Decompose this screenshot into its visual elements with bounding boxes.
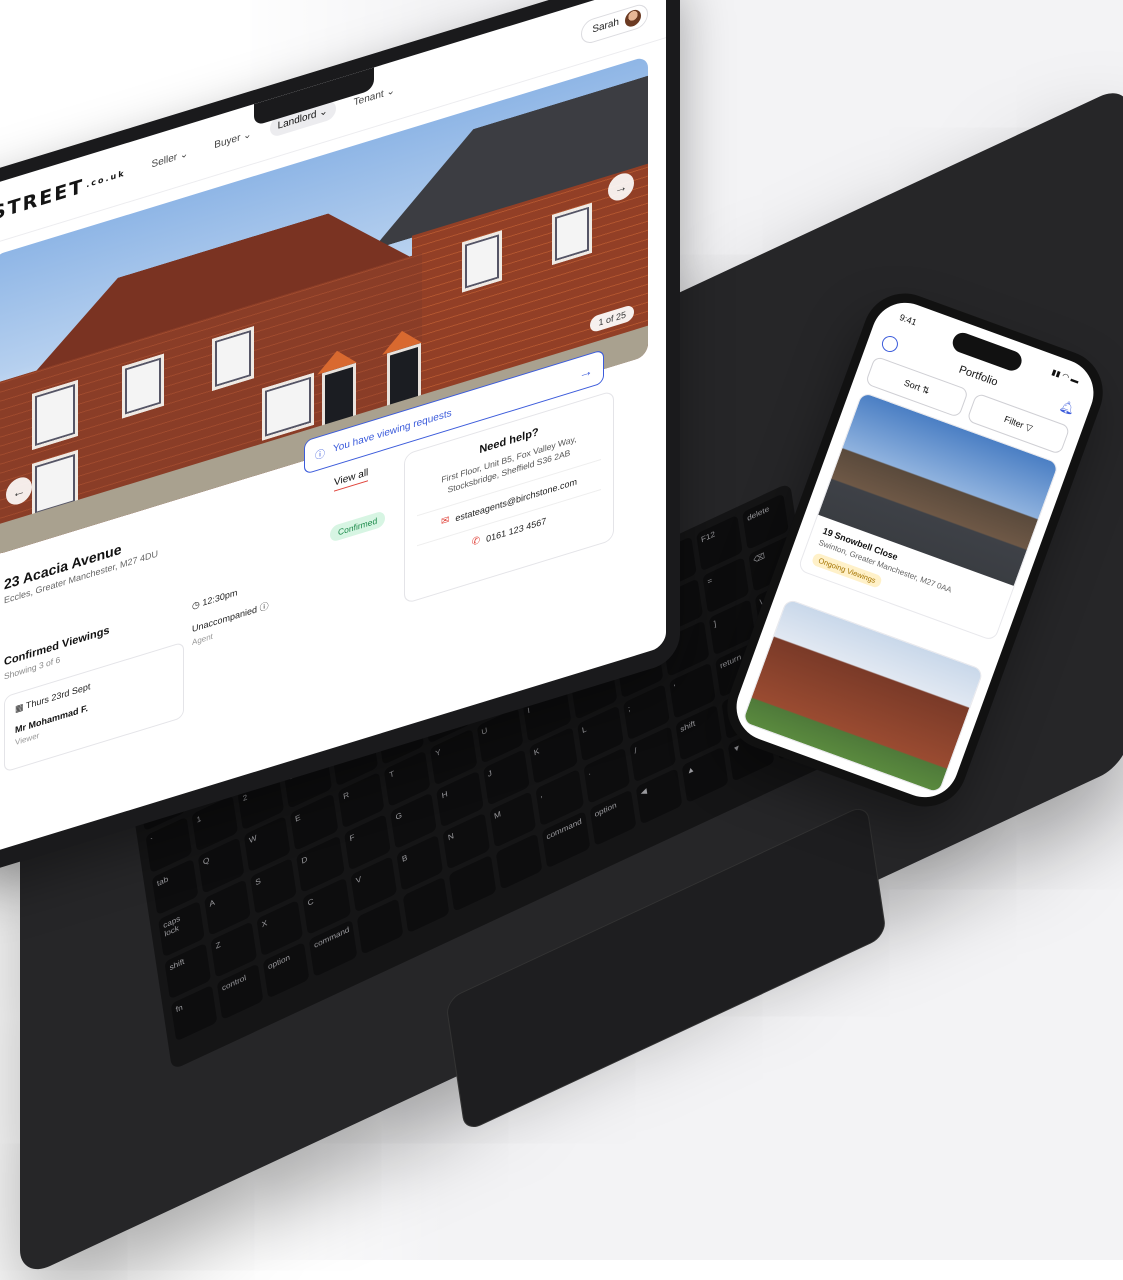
- clock-icon: ◷: [192, 597, 203, 612]
- calendar-icon: ▦: [15, 700, 26, 715]
- info-icon[interactable]: ⓘ: [260, 601, 269, 614]
- nav-buyer[interactable]: Buyer ⌄: [206, 122, 259, 157]
- phone-icon: ✆: [471, 534, 481, 549]
- signal-wifi-battery-icon: ▮▮ ◠ ▬: [1050, 367, 1081, 386]
- info-icon: ⓘ: [315, 447, 325, 462]
- viewing-details: ◷ 12:30pm Unaccompanied ⓘ Agent: [192, 578, 269, 647]
- view-all-link[interactable]: View all: [334, 467, 369, 492]
- nav-seller[interactable]: Seller ⌄: [144, 142, 197, 177]
- status-time: 9:41: [898, 312, 919, 328]
- avatar: [625, 7, 641, 29]
- viewing-time: 12:30pm: [202, 587, 238, 608]
- arrow-right-icon: →: [579, 361, 593, 382]
- user-name: Sarah: [592, 16, 619, 36]
- street-logo[interactable]: STREET .co.uk: [0, 162, 126, 224]
- mail-icon: ✉: [440, 514, 450, 528]
- help-phone[interactable]: 0161 123 4567: [486, 515, 546, 543]
- user-menu[interactable]: Sarah: [581, 1, 648, 46]
- status-badge: Confirmed: [330, 509, 386, 543]
